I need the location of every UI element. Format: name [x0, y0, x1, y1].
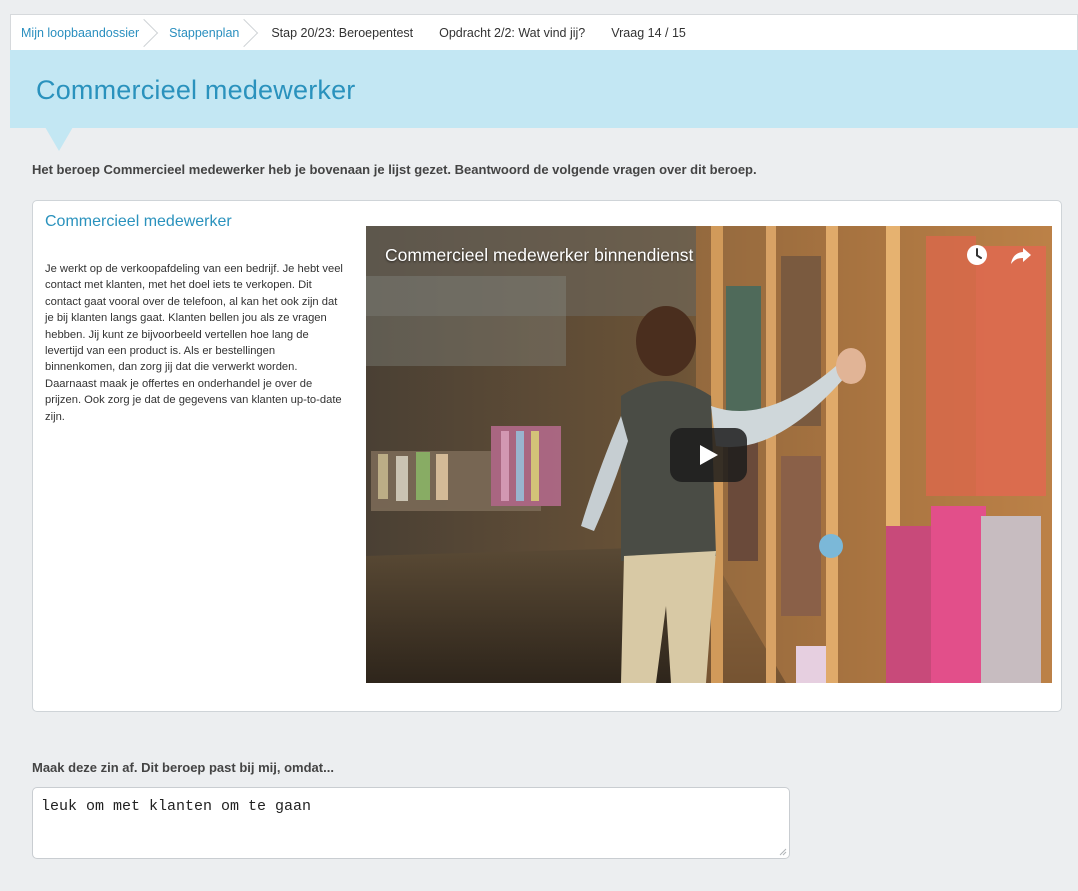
profession-title: Commercieel medewerker [45, 213, 232, 230]
play-icon [699, 445, 718, 465]
page-title: Commercieel medewerker [36, 75, 356, 105]
header-pointer [45, 127, 73, 151]
breadcrumb-item-stappenplan[interactable]: Stappenplan [151, 15, 259, 51]
breadcrumb-item-vraag: Vraag 14 / 15 [597, 15, 698, 51]
breadcrumb-item-stap: Stap 20/23: Beroepentest [251, 15, 425, 51]
video-title: Commercieel medewerker binnendienst [385, 245, 694, 265]
breadcrumb: Mijn loopbaandossier Stappenplan Stap 20… [10, 14, 1078, 50]
play-button[interactable] [670, 428, 747, 482]
intro-text: Het beroep Commercieel medewerker heb je… [32, 162, 757, 177]
answer-textarea[interactable]: leuk om met klanten om te gaan [32, 787, 790, 859]
breadcrumb-label: Mijn loopbaandossier [21, 25, 140, 40]
clock-icon[interactable] [966, 244, 988, 266]
profession-description: Je werkt op de verkoopafdeling van een b… [45, 263, 343, 423]
video-player[interactable]: Commercieel medewerker binnendienst [366, 226, 1052, 683]
breadcrumb-item-loopbaandossier[interactable]: Mijn loopbaandossier [11, 15, 159, 51]
breadcrumb-label: Stap 20/23: Beroepentest [271, 25, 414, 40]
video-controls [966, 244, 1032, 266]
resize-grip-icon[interactable] [777, 846, 787, 856]
page-header: Commercieel medewerker [10, 50, 1078, 128]
breadcrumb-label: Vraag 14 / 15 [611, 25, 686, 40]
profession-card: Commercieel medewerker Je werkt op de ve… [32, 200, 1062, 712]
question-prompt: Maak deze zin af. Dit beroep past bij mi… [32, 760, 334, 775]
share-icon[interactable] [1010, 244, 1032, 266]
breadcrumb-label: Stappenplan [169, 25, 240, 40]
breadcrumb-item-opdracht: Opdracht 2/2: Wat vind jij? [425, 15, 597, 51]
breadcrumb-label: Opdracht 2/2: Wat vind jij? [439, 25, 586, 40]
